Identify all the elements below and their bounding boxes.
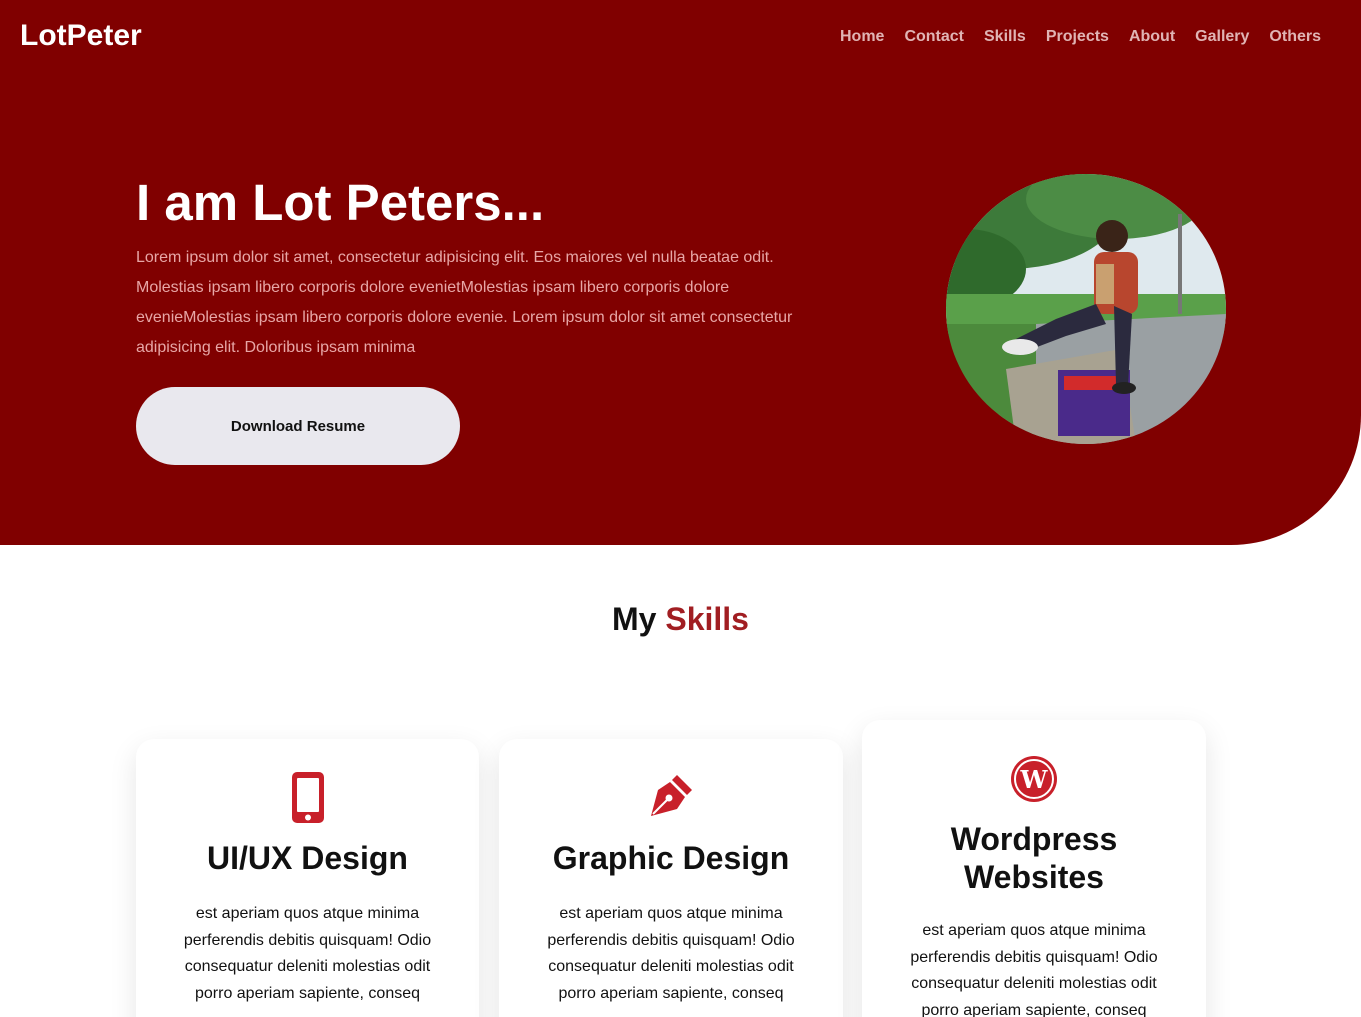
brand-logo[interactable]: LotPeter [20, 19, 142, 53]
main-nav: Home Contact Skills Projects About Galle… [840, 28, 1321, 46]
nav-skills[interactable]: Skills [984, 28, 1026, 46]
profile-photo-image [946, 174, 1226, 444]
skill-card-title: Wordpress Websites [950, 821, 1118, 895]
skills-heading-accent: Skills [665, 601, 749, 637]
svg-text:W: W [1020, 765, 1049, 794]
skill-card-text: est aperiam quos atque minima perferendi… [183, 905, 432, 1002]
hero-description: Lorem ipsum dolor sit amet, consectetur … [136, 249, 793, 356]
download-resume-button[interactable]: Download Resume [136, 387, 460, 465]
nav-home[interactable]: Home [840, 28, 884, 46]
skill-card-text: est aperiam quos atque minima perferendi… [910, 922, 1158, 1017]
skill-card-title: UI/UX Design [207, 840, 408, 876]
skills-heading: My Skills [0, 600, 1361, 638]
skill-card-graphic: Graphic Design est aperiam quos atque mi… [499, 739, 843, 1017]
pen-nib-icon [647, 772, 695, 820]
skill-card-text: est aperiam quos atque minima perferendi… [547, 905, 795, 1002]
nav-gallery[interactable]: Gallery [1195, 28, 1249, 46]
wordpress-icon: W [1011, 756, 1057, 802]
hero-title: I am Lot Peters... [136, 174, 545, 231]
hero-section: LotPeter Home Contact Skills Projects Ab… [0, 0, 1361, 545]
skill-card-wordpress: W Wordpress Websites est aperiam quos at… [862, 720, 1206, 1017]
nav-contact[interactable]: Contact [904, 28, 964, 46]
skill-card-title: Graphic Design [552, 840, 790, 876]
mobile-phone-icon [290, 770, 326, 825]
profile-photo [946, 174, 1226, 444]
skills-heading-prefix: My [612, 601, 657, 637]
nav-about[interactable]: About [1129, 28, 1175, 46]
skill-card-uiux: UI/UX Design est aperiam quos atque mini… [136, 739, 479, 1017]
nav-projects[interactable]: Projects [1046, 28, 1109, 46]
nav-others[interactable]: Others [1269, 28, 1321, 46]
